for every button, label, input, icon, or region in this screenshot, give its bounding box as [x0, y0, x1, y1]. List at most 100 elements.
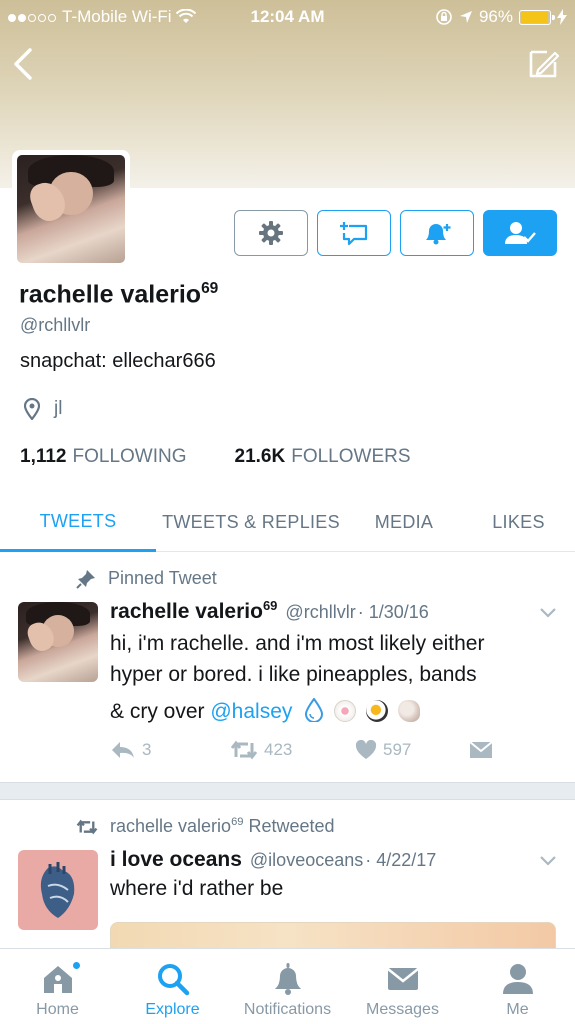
tweet-options-button[interactable] [539, 606, 557, 618]
bell-icon [274, 963, 301, 995]
tab-media[interactable]: MEDIA [346, 494, 462, 550]
profile-name: rachelle valerio69 [19, 280, 218, 309]
heart-anatomy-image [40, 862, 75, 918]
retweeted-label: rachelle valerio69 Retweeted [76, 816, 335, 837]
retweeted-text: Retweeted [248, 816, 335, 836]
chevron-down-icon [540, 608, 556, 618]
tabbar-me[interactable]: Me [460, 949, 575, 1024]
retweet-button[interactable]: 423 [230, 740, 355, 760]
retweet-author-handle: @iloveoceans [249, 850, 364, 870]
tweet-separator [0, 782, 575, 800]
following-count: 1,112 [20, 446, 67, 467]
retweeter-superscript: 69 [231, 816, 244, 828]
home-notification-dot [72, 961, 81, 970]
tweet-author-name-text: rachelle valerio [110, 600, 263, 623]
location-arrow-icon [459, 11, 472, 23]
tab-tweets-replies[interactable]: TWEETS & REPLIES [156, 494, 346, 550]
add-to-list-button[interactable] [317, 210, 391, 256]
tweet-text: hi, i'm rachelle. and i'm most likely ei… [110, 628, 550, 727]
tabbar-home-label: Home [36, 1001, 79, 1018]
tabbar-explore[interactable]: Explore [115, 949, 230, 1024]
person-icon [502, 964, 533, 994]
like-count: 597 [383, 740, 412, 759]
rotation-lock-icon [436, 9, 452, 25]
profile-bio: snapchat: ellechar666 [20, 350, 216, 372]
tab-tweets[interactable]: TWEETS [0, 494, 156, 552]
charging-icon [557, 9, 567, 25]
tweet-author-handle: @rchllvlr [285, 602, 356, 622]
location-pin-icon [24, 398, 40, 420]
chevron-down-icon [540, 856, 556, 866]
profile-avatar[interactable] [12, 150, 130, 268]
compose-icon [529, 50, 560, 78]
tabbar-me-label: Me [506, 1001, 529, 1018]
followers-label: FOLLOWERS [291, 446, 411, 467]
tweet-text-line: & cry over @halsey [110, 696, 550, 727]
following-button[interactable] [483, 210, 557, 256]
like-button[interactable]: 597 [355, 740, 469, 760]
reply-button[interactable]: 3 [110, 740, 230, 760]
retweet-text: where i'd rather be [110, 877, 284, 900]
status-bar: T-Mobile Wi-Fi 12:04 AM 96% [0, 0, 575, 34]
tabbar-notifications-label: Notifications [243, 1001, 332, 1018]
mention-link[interactable]: @halsey [210, 700, 292, 723]
tweet-text-line: hyper or bored. i like pineapples, bands [110, 663, 477, 686]
tweet-author-avatar[interactable] [18, 602, 98, 682]
tweet-actions: 3 423 597 [110, 740, 500, 760]
followers-count: 21.6K [234, 446, 286, 467]
fried-egg-emoji [365, 700, 388, 722]
profile-actions [234, 210, 557, 256]
fishcake-emoji [334, 700, 357, 722]
following-label: FOLLOWING [72, 446, 187, 467]
profile-tabs: TWEETS TWEETS & REPLIES MEDIA LIKES [0, 494, 575, 552]
tweet-author-name[interactable]: rachelle valerio69 [110, 598, 277, 624]
tabbar-explore-label: Explore [145, 1001, 200, 1018]
profile-location: jl [24, 398, 62, 420]
list-add-icon [340, 222, 368, 246]
retweet-icon [76, 819, 98, 834]
battery-percent: 96% [478, 7, 513, 26]
battery-icon [519, 9, 555, 25]
pin-icon [76, 569, 95, 589]
droplet-emoji [305, 697, 324, 723]
profile-stats: 1,112 FOLLOWING 21.6K FOLLOWERS [20, 446, 411, 468]
following-stat[interactable]: 1,112 FOLLOWING [20, 446, 187, 468]
tweet-header: rachelle valerio69 @rchllvlr · 1/30/16 [110, 598, 429, 624]
back-button[interactable] [8, 46, 38, 82]
tweet-text-line: hi, i'm rachelle. and i'm most likely ei… [110, 632, 485, 655]
envelope-icon [469, 741, 493, 758]
compose-tweet-button[interactable] [525, 46, 561, 82]
bottom-tab-bar: Home Explore Notifications Messages Me [0, 948, 575, 1024]
reply-icon [112, 742, 134, 758]
followers-stat[interactable]: 21.6K FOLLOWERS [235, 446, 411, 468]
retweet-count: 423 [264, 740, 293, 759]
retweet-header: i love oceans @iloveoceans · 4/22/17 [110, 848, 436, 872]
retweeter-name: rachelle valerio [110, 816, 232, 836]
retweet-author-name[interactable]: i love oceans [110, 848, 242, 872]
user-check-icon [505, 222, 536, 244]
tabbar-messages[interactable]: Messages [345, 949, 460, 1024]
tweet-date: · 1/30/16 [357, 602, 429, 622]
pinned-tweet-text: Pinned Tweet [108, 568, 217, 588]
location-text: jl [54, 398, 63, 419]
direct-message-button[interactable] [469, 740, 493, 760]
notifications-toggle-button[interactable] [400, 210, 474, 256]
profile-name-superscript: 69 [201, 280, 219, 297]
retweet-options-button[interactable] [539, 854, 557, 866]
profile-handle: @rchllvlr [20, 315, 91, 335]
tab-likes[interactable]: LIKES [462, 494, 575, 550]
tabbar-notifications[interactable]: Notifications [230, 949, 345, 1024]
retweet-author-avatar[interactable] [18, 850, 98, 930]
tabbar-messages-label: Messages [366, 1001, 439, 1018]
retweet-icon [230, 740, 258, 760]
tabbar-home[interactable]: Home [0, 949, 115, 1024]
shell-emoji [397, 700, 420, 722]
heart-icon [355, 740, 377, 759]
tweet-text-segment: & cry over [110, 700, 211, 723]
pinned-tweet-label: Pinned Tweet [76, 568, 217, 589]
bell-plus-icon [426, 224, 451, 245]
reply-count: 3 [142, 740, 152, 759]
tweet-author-superscript: 69 [262, 598, 278, 613]
settings-button[interactable] [234, 210, 308, 256]
gear-icon [259, 221, 283, 245]
